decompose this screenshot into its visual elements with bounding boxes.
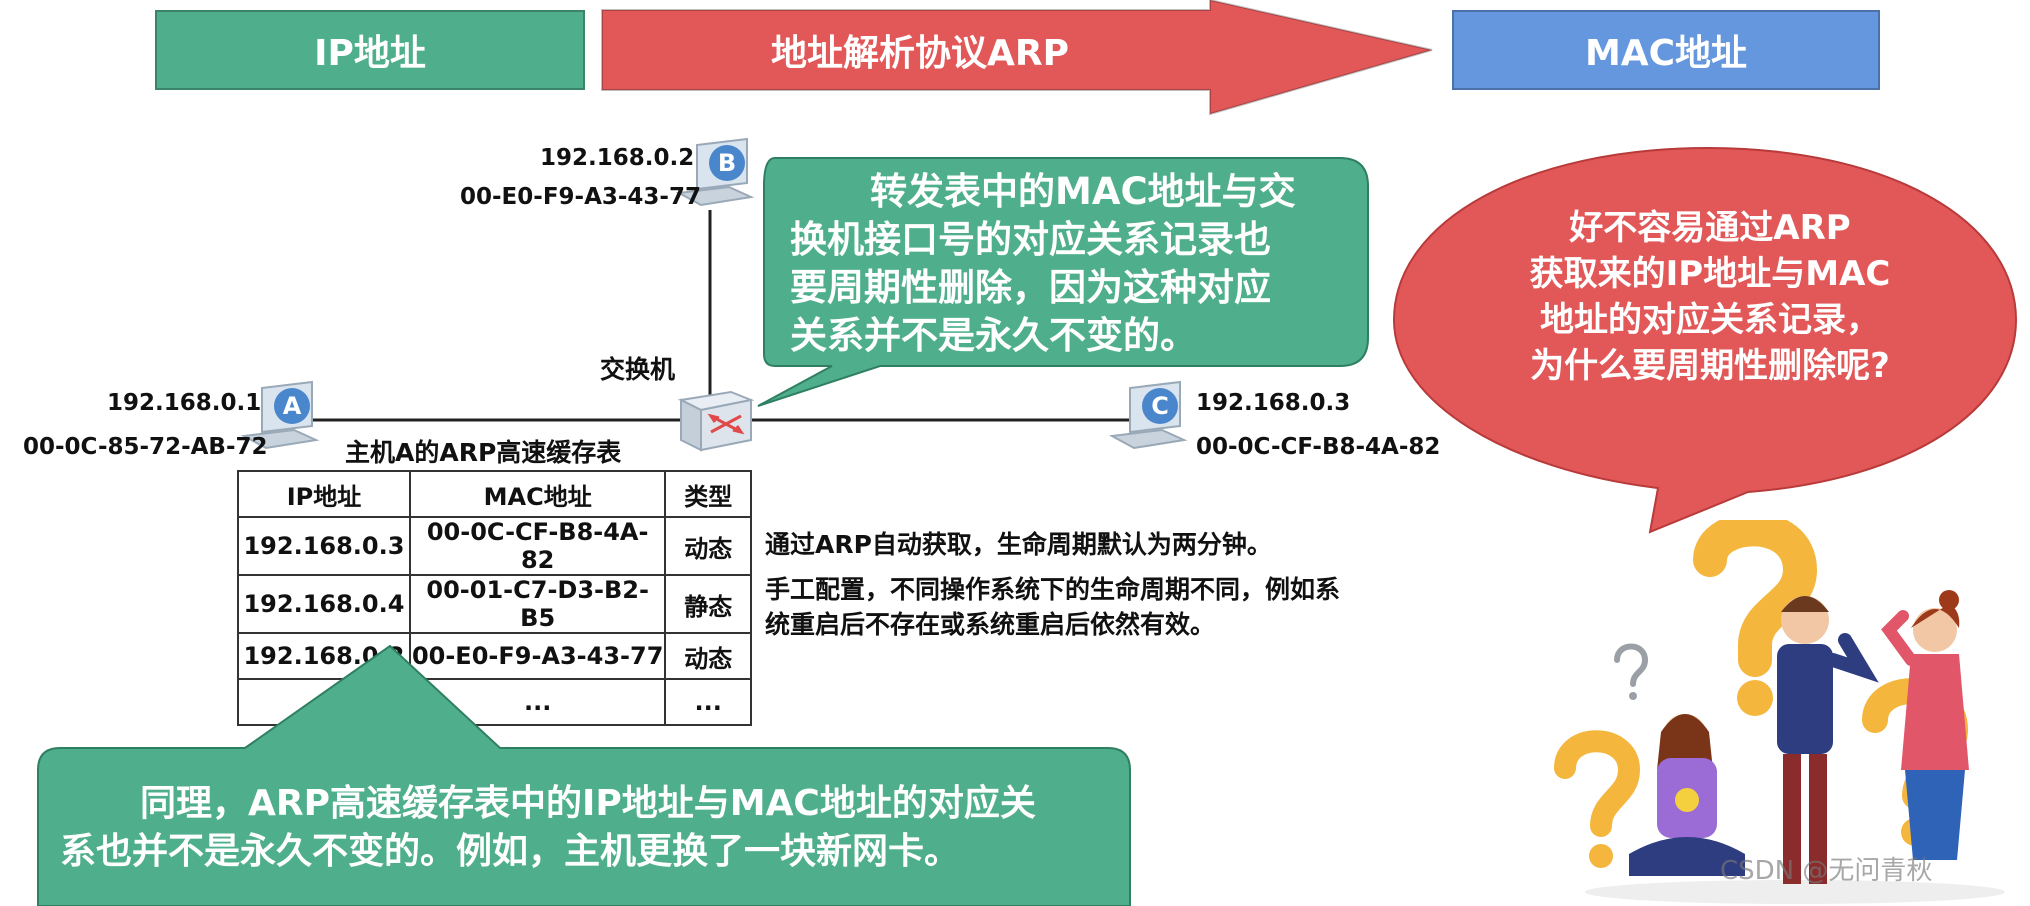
cache-note-line-1: 同理，ARP高速缓存表中的IP地址与MAC地址的对应关 — [140, 783, 1036, 824]
cache-note-line-2: 系也并不是永久不变的。例如，主机更换了一块新网卡。 — [60, 831, 961, 872]
host-a-letter: A — [283, 392, 302, 420]
static-note-line-2: 统重启后不存在或系统重启后依然有效。 — [765, 610, 1216, 639]
arp-table-title: 主机A的ARP高速缓存表 — [345, 438, 622, 467]
host-a-mac: 00-0C-85-72-AB-72 — [23, 434, 268, 460]
row-1-mac: 00-0C-CF-B8-4A-82 — [408, 516, 667, 576]
confused-people-illustration — [1554, 520, 2005, 904]
csdn-watermark: CSDN @无问青秋 — [1720, 856, 1933, 886]
switch-label: 交换机 — [600, 355, 676, 384]
switch-note-line-3: 要周期性删除，因为这种对应 — [790, 266, 1271, 309]
switch-note-line-2: 换机接口号的对应关系记录也 — [790, 218, 1271, 261]
host-b-ip: 192.168.0.2 — [540, 145, 695, 171]
switch-note-line-1: 转发表中的MAC地址与交 — [870, 170, 1296, 213]
table-row: 192.168.0.3 00-0C-CF-B8-4A-82 动态 — [237, 516, 752, 576]
row-1-type: 动态 — [664, 516, 752, 576]
host-b-letter: B — [718, 149, 736, 177]
header-type: 类型 — [664, 470, 752, 518]
row-2-ip: 192.168.0.4 — [237, 574, 411, 634]
header-ip: IP地址 — [237, 470, 411, 518]
switch-note-text: 转发表中的MAC地址与交 换机接口号的对应关系记录也 要周期性删除，因为这种对应… — [790, 168, 1350, 360]
arp-table-header-row: IP地址 MAC地址 类型 — [237, 470, 752, 518]
question-line-2: 获取来的IP地址与MAC — [1529, 254, 1891, 294]
question-bubble-text: 好不容易通过ARP 获取来的IP地址与MAC 地址的对应关系记录， 为什么要周期… — [1480, 205, 1940, 389]
row-2-type: 静态 — [664, 574, 752, 634]
header-mac: MAC地址 — [408, 470, 667, 518]
cache-note-text: 同理，ARP高速缓存表中的IP地址与MAC地址的对应关 系也并不是永久不变的。例… — [60, 780, 1120, 876]
question-line-4: 为什么要周期性删除呢? — [1530, 346, 1890, 386]
dynamic-note: 通过ARP自动获取，生命周期默认为两分钟。 — [765, 530, 1272, 559]
row-1-ip: 192.168.0.3 — [237, 516, 411, 576]
static-note-line-1: 手工配置，不同操作系统下的生命周期不同，例如系 — [765, 575, 1341, 604]
table-row: 192.168.0.4 00-01-C7-D3-B2-B5 静态 — [237, 574, 752, 634]
row-2-mac: 00-01-C7-D3-B2-B5 — [408, 574, 667, 634]
switch-note-line-4: 关系并不是永久不变的。 — [790, 314, 1197, 357]
question-line-3: 地址的对应关系记录， — [1540, 300, 1880, 340]
question-line-1: 好不容易通过ARP — [1569, 208, 1851, 248]
host-a-ip: 192.168.0.1 — [107, 390, 262, 416]
host-b-mac: 00-E0-F9-A3-43-77 — [460, 184, 701, 210]
